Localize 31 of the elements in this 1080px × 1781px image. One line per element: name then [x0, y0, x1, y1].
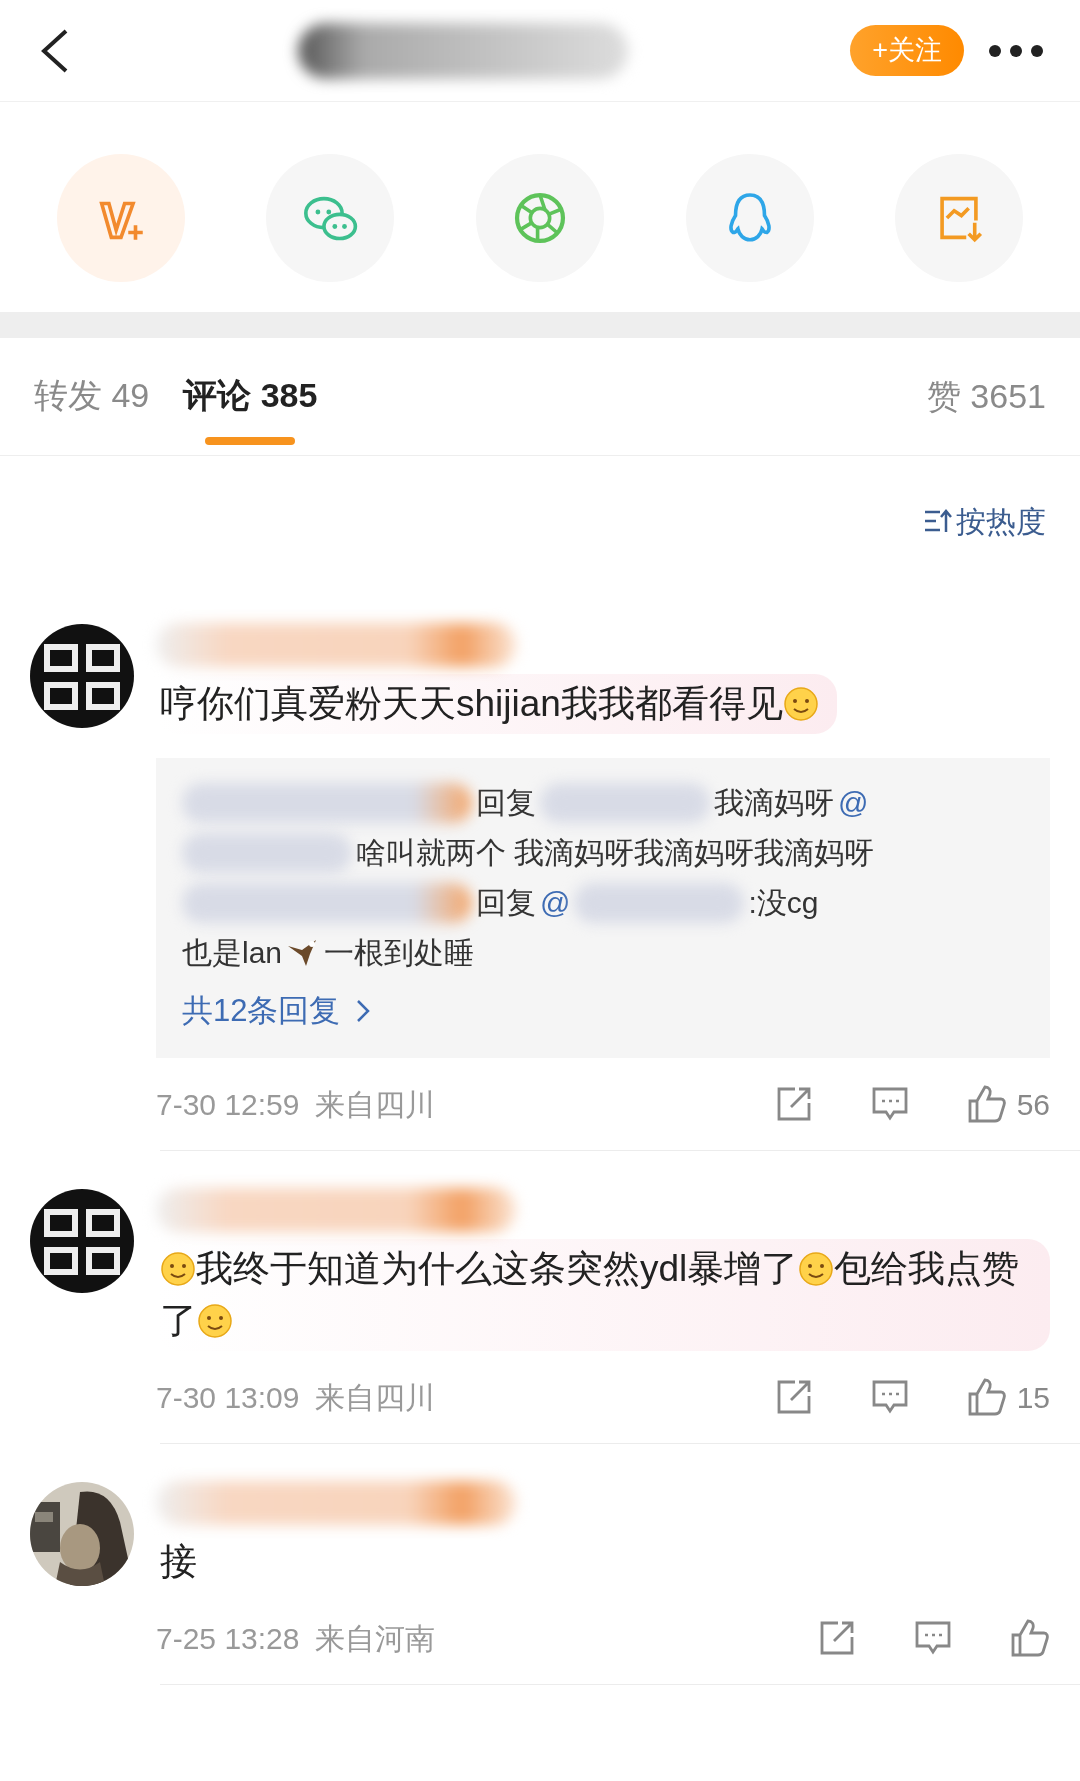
- reply-line: 啥叫就两个 我滴妈呀我滴妈呀我滴妈呀: [182, 828, 1024, 878]
- more-replies-link[interactable]: 共12条回复: [182, 986, 371, 1036]
- like-count: 15: [1016, 1379, 1050, 1416]
- comment-location: 来自河南: [315, 1620, 436, 1657]
- tab[interactable]: 转发 49: [34, 348, 150, 445]
- reply-line: 回复@ :没cg: [182, 878, 1024, 928]
- comment-time: 7-30 12:59: [156, 1086, 300, 1123]
- comment-time: 7-30 13:09: [156, 1379, 300, 1416]
- share-icon[interactable]: [818, 1619, 856, 1657]
- comment-icon[interactable]: [870, 1378, 909, 1416]
- thumbs-up-icon[interactable]: [1010, 1618, 1050, 1658]
- thumbs-up-icon[interactable]: [966, 1377, 1007, 1417]
- comment-location: 来自四川: [315, 1379, 436, 1416]
- comment-location: 来自四川: [315, 1086, 436, 1123]
- likes-tab[interactable]: 赞 3651: [926, 371, 1046, 422]
- comment-time: 7-25 13:28: [156, 1620, 300, 1657]
- sort-button[interactable]: 按热度: [922, 498, 1046, 544]
- reply-line: 回复 我滴妈呀@: [182, 778, 1024, 828]
- comment-icon[interactable]: [870, 1085, 909, 1123]
- chevron-icon: [356, 999, 371, 1023]
- tab[interactable]: 评论 385: [183, 348, 318, 445]
- thumbs-up-icon[interactable]: [966, 1084, 1007, 1124]
- smiley-icon: [782, 686, 819, 722]
- comment-icon[interactable]: [914, 1619, 952, 1657]
- like-count: 56: [1016, 1086, 1050, 1123]
- smiley-icon: [798, 1251, 835, 1287]
- smiley-icon: [160, 1251, 196, 1287]
- smiley-icon: [197, 1303, 233, 1339]
- comment-text: 接: [159, 1540, 198, 1584]
- more-icon[interactable]: [988, 43, 1044, 58]
- reply-line: 也是lan 一根到处睡: [182, 935, 476, 972]
